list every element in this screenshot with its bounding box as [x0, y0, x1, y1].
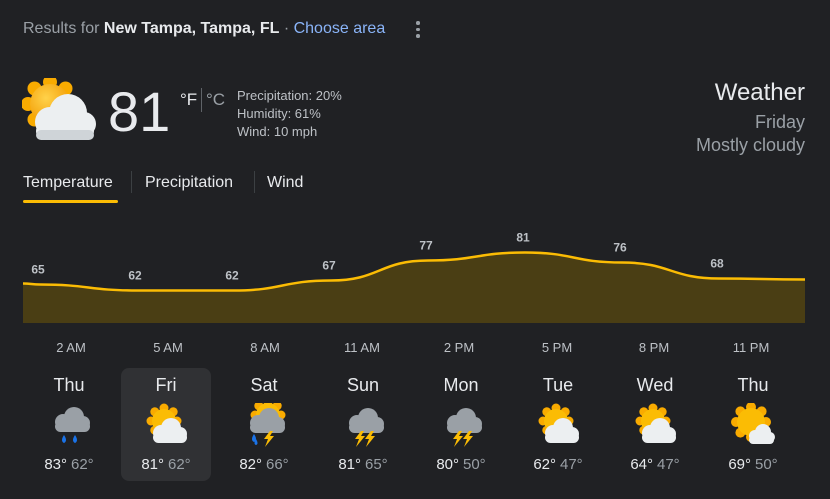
hour-label: 5 PM [541, 340, 573, 355]
hour-label: 8 AM [250, 340, 280, 355]
high-temperature: 69° [728, 456, 751, 473]
low-temperature: 47° [560, 456, 583, 473]
hour-label: 11 PM [732, 340, 770, 355]
high-temperature: 81° [141, 456, 164, 473]
current-temperature: 81 [108, 80, 171, 143]
day-temperatures: 81° 65° [318, 456, 408, 473]
partly-cloudy-icon [633, 403, 677, 447]
partly-cloudy-icon [144, 403, 188, 447]
results-prefix: Results for [23, 20, 100, 37]
hour-label: 2 PM [443, 340, 475, 355]
day-temperatures: 69° 50° [708, 456, 798, 473]
wind-detail: Wind: 10 mph [237, 124, 318, 139]
choose-area-link[interactable]: Choose area [294, 20, 386, 37]
unit-celsius-toggle[interactable]: °C [206, 90, 225, 110]
temperature-area [23, 252, 805, 323]
weather-day: Friday [754, 112, 805, 132]
day-forecast-thu[interactable]: Thu 69° 50° [708, 368, 798, 481]
active-tab-indicator [23, 200, 118, 203]
day-forecast-mon[interactable]: Mon 80° 50° [416, 368, 506, 481]
day-name: Sat [250, 375, 278, 395]
weather-title: Weather [714, 79, 805, 106]
day-temperatures: 81° 62° [121, 456, 211, 473]
hour-label: 2 AM [56, 340, 86, 355]
thunderstorm-icon [439, 403, 483, 447]
tab-divider [254, 171, 255, 193]
day-name: Thu [737, 375, 769, 395]
mostly-sunny-icon [731, 402, 775, 447]
day-name: Sun [346, 375, 380, 395]
high-temperature: 81° [338, 456, 361, 473]
low-temperature: 66° [266, 456, 289, 473]
humidity-detail: Humidity: 61% [237, 106, 321, 121]
thunderstorm-icon [341, 403, 385, 447]
temperature-value-label: 62 [128, 269, 142, 283]
temperature-value-label: 81 [516, 231, 530, 245]
temperature-chart: 65 62 62 67 77 81 76 68 [22, 231, 806, 323]
temperature-value-label: 65 [31, 263, 45, 277]
low-temperature: 47° [657, 456, 680, 473]
day-forecast-tue[interactable]: Tue 62° 47° [513, 368, 603, 481]
high-temperature: 62° [533, 456, 556, 473]
low-temperature: 62° [71, 456, 94, 473]
thunderstorm-sun-rain-icon [242, 397, 286, 447]
low-temperature: 50° [755, 456, 778, 473]
unit-fahrenheit-toggle[interactable]: °F [180, 90, 197, 110]
temperature-value-label: 67 [322, 259, 336, 273]
hour-label: 11 AM [344, 340, 380, 355]
low-temperature: 62° [168, 456, 191, 473]
precipitation-detail: Precipitation: 20% [237, 88, 342, 103]
high-temperature: 83° [44, 456, 67, 473]
tab-precipitation[interactable]: Precipitation [145, 174, 233, 192]
day-name: Tue [542, 375, 574, 395]
results-location-line: Results for New Tampa, Tampa, FL · Choos… [23, 20, 385, 38]
day-name: Fri [155, 375, 177, 395]
tab-divider [131, 171, 132, 193]
temperature-value-label: 76 [613, 241, 627, 255]
day-temperatures: 80° 50° [416, 456, 506, 473]
day-forecast-wed[interactable]: Wed 64° 47° [610, 368, 700, 481]
high-temperature: 80° [436, 456, 459, 473]
location-name: New Tampa, Tampa, FL [103, 20, 280, 37]
separator-dot: · [283, 20, 290, 37]
low-temperature: 50° [463, 456, 486, 473]
low-temperature: 65° [365, 456, 388, 473]
day-temperatures: 83° 62° [24, 456, 114, 473]
day-forecast-thu[interactable]: Thu 83° 62° [24, 368, 114, 481]
day-temperatures: 82° 66° [219, 456, 309, 473]
day-name: Mon [443, 375, 479, 395]
more-options-icon[interactable] [408, 18, 428, 42]
day-name: Wed [636, 375, 674, 395]
day-forecast-sun[interactable]: Sun 81° 65° [318, 368, 408, 481]
partly-cloudy-icon [536, 403, 580, 447]
tab-temperature[interactable]: Temperature [23, 174, 113, 192]
tab-wind[interactable]: Wind [267, 174, 303, 192]
temperature-value-label: 77 [419, 239, 433, 253]
high-temperature: 64° [630, 456, 653, 473]
day-temperatures: 64° 47° [610, 456, 700, 473]
hour-label: 8 PM [638, 340, 670, 355]
day-forecast-sat[interactable]: Sat 82° 66° [219, 368, 309, 481]
day-name: Thu [53, 375, 85, 395]
day-temperatures: 62° 47° [513, 456, 603, 473]
high-temperature: 82° [239, 456, 262, 473]
unit-divider [201, 88, 202, 112]
temperature-value-label: 68 [710, 257, 724, 271]
weather-condition: Mostly cloudy [695, 135, 805, 155]
day-forecast-fri[interactable]: Fri 81° 62° [121, 368, 211, 481]
temperature-value-label: 62 [225, 269, 239, 283]
partly-cloudy-icon [21, 75, 98, 144]
rain-icon [47, 403, 91, 447]
hour-label: 5 AM [153, 340, 183, 355]
